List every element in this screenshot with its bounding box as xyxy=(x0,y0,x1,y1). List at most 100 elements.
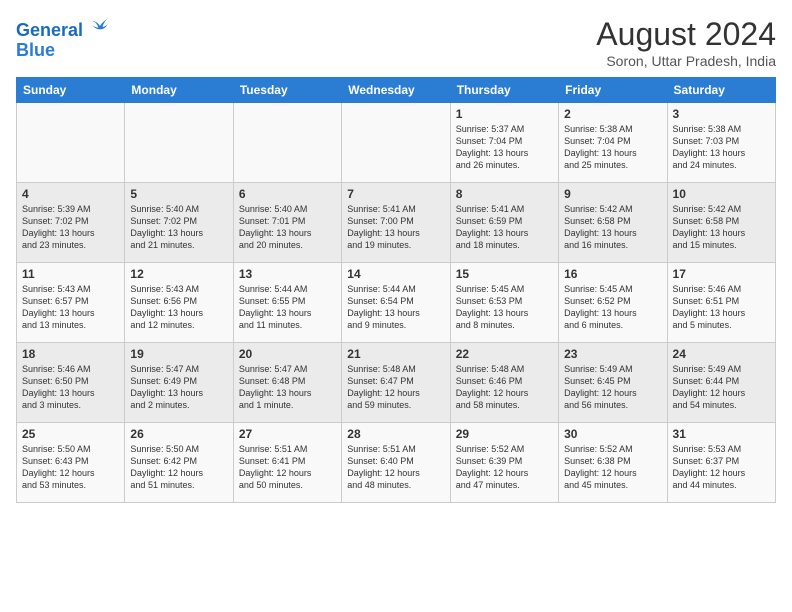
calendar-cell: 27Sunrise: 5:51 AM Sunset: 6:41 PM Dayli… xyxy=(233,423,341,503)
day-info: Sunrise: 5:43 AM Sunset: 6:57 PM Dayligh… xyxy=(22,283,119,332)
calendar-cell xyxy=(233,103,341,183)
day-info: Sunrise: 5:40 AM Sunset: 7:02 PM Dayligh… xyxy=(130,203,227,252)
calendar-cell: 18 Sunrise: 5:46 AM Sunset: 6:50 PM Dayli… xyxy=(17,343,125,423)
calendar-week-1: 1 Sunrise: 5:37 AM Sunset: 7:04 PM Daylig… xyxy=(17,103,776,183)
calendar-cell: 11 Sunrise: 5:43 AM Sunset: 6:57 PM Dayli… xyxy=(17,263,125,343)
day-number: 17 xyxy=(673,267,770,281)
day-info: Sunrise: 5:40 AM Sunset: 7:01 PM Dayligh… xyxy=(239,203,336,252)
day-number: 16 xyxy=(564,267,661,281)
calendar-cell: 29 Sunrise: 5:52 AM Sunset: 6:39 PM Dayli… xyxy=(450,423,558,503)
day-info: Sunrise: 5:39 AM Sunset: 7:02 PM Dayligh… xyxy=(22,203,119,252)
day-info: Sunrise: 5:44 AM Sunset: 6:54 PM Dayligh… xyxy=(347,283,444,332)
day-info: Sunrise: 5:49 AM Sunset: 6:44 PM Dayligh… xyxy=(673,363,770,412)
calendar-cell: 1 Sunrise: 5:37 AM Sunset: 7:04 PM Daylig… xyxy=(450,103,558,183)
day-info: Sunrise: 5:48 AM Sunset: 6:46 PM Dayligh… xyxy=(456,363,553,412)
calendar-cell: 16 Sunrise: 5:45 AM Sunset: 6:52 PM Dayli… xyxy=(559,263,667,343)
day-number: 1 xyxy=(456,107,553,121)
calendar-cell: 5 Sunrise: 5:40 AM Sunset: 7:02 PM Daylig… xyxy=(125,183,233,263)
calendar-cell: 17 Sunrise: 5:46 AM Sunset: 6:51 PM Dayli… xyxy=(667,263,775,343)
calendar-cell: 23 Sunrise: 5:49 AM Sunset: 6:45 PM Dayli… xyxy=(559,343,667,423)
day-number: 15 xyxy=(456,267,553,281)
day-info: Sunrise: 5:37 AM Sunset: 7:04 PM Dayligh… xyxy=(456,123,553,172)
calendar-cell: 24 Sunrise: 5:49 AM Sunset: 6:44 PM Dayli… xyxy=(667,343,775,423)
day-header-thursday: Thursday xyxy=(450,78,558,103)
calendar-cell: 9Sunrise: 5:42 AM Sunset: 6:58 PM Daylig… xyxy=(559,183,667,263)
calendar-cell: 7Sunrise: 5:41 AM Sunset: 7:00 PM Daylig… xyxy=(342,183,450,263)
calendar-cell: 15 Sunrise: 5:45 AM Sunset: 6:53 PM Dayli… xyxy=(450,263,558,343)
calendar-cell: 26Sunrise: 5:50 AM Sunset: 6:42 PM Dayli… xyxy=(125,423,233,503)
day-info: Sunrise: 5:41 AM Sunset: 6:59 PM Dayligh… xyxy=(456,203,553,252)
day-info: Sunrise: 5:38 AM Sunset: 7:03 PM Dayligh… xyxy=(673,123,770,172)
day-info: Sunrise: 5:49 AM Sunset: 6:45 PM Dayligh… xyxy=(564,363,661,412)
day-number: 20 xyxy=(239,347,336,361)
day-info: Sunrise: 5:48 AM Sunset: 6:47 PM Dayligh… xyxy=(347,363,444,412)
day-number: 13 xyxy=(239,267,336,281)
calendar-cell: 13Sunrise: 5:44 AM Sunset: 6:55 PM Dayli… xyxy=(233,263,341,343)
day-number: 12 xyxy=(130,267,227,281)
day-info: Sunrise: 5:47 AM Sunset: 6:48 PM Dayligh… xyxy=(239,363,336,412)
day-number: 4 xyxy=(22,187,119,201)
day-number: 27 xyxy=(239,427,336,441)
day-number: 18 xyxy=(22,347,119,361)
day-header-saturday: Saturday xyxy=(667,78,775,103)
calendar-cell: 10Sunrise: 5:42 AM Sunset: 6:58 PM Dayli… xyxy=(667,183,775,263)
day-info: Sunrise: 5:52 AM Sunset: 6:39 PM Dayligh… xyxy=(456,443,553,492)
location-subtitle: Soron, Uttar Pradesh, India xyxy=(596,53,776,69)
day-header-friday: Friday xyxy=(559,78,667,103)
day-number: 10 xyxy=(673,187,770,201)
day-number: 30 xyxy=(564,427,661,441)
calendar-week-5: 25 Sunrise: 5:50 AM Sunset: 6:43 PM Dayli… xyxy=(17,423,776,503)
day-number: 11 xyxy=(22,267,119,281)
day-info: Sunrise: 5:46 AM Sunset: 6:51 PM Dayligh… xyxy=(673,283,770,332)
logo-bird-icon xyxy=(90,16,110,36)
calendar-cell: 8Sunrise: 5:41 AM Sunset: 6:59 PM Daylig… xyxy=(450,183,558,263)
calendar-week-4: 18 Sunrise: 5:46 AM Sunset: 6:50 PM Dayli… xyxy=(17,343,776,423)
calendar-cell: 22 Sunrise: 5:48 AM Sunset: 6:46 PM Dayli… xyxy=(450,343,558,423)
calendar-cell: 20 Sunrise: 5:47 AM Sunset: 6:48 PM Dayli… xyxy=(233,343,341,423)
calendar-cell: 12 Sunrise: 5:43 AM Sunset: 6:56 PM Dayli… xyxy=(125,263,233,343)
calendar-cell xyxy=(342,103,450,183)
page-header: General Blue August 2024 Soron, Uttar Pr… xyxy=(16,16,776,69)
calendar-cell: 6 Sunrise: 5:40 AM Sunset: 7:01 PM Daylig… xyxy=(233,183,341,263)
logo-text-general: General xyxy=(16,20,83,40)
day-info: Sunrise: 5:45 AM Sunset: 6:52 PM Dayligh… xyxy=(564,283,661,332)
calendar-cell: 31Sunrise: 5:53 AM Sunset: 6:37 PM Dayli… xyxy=(667,423,775,503)
day-info: Sunrise: 5:51 AM Sunset: 6:40 PM Dayligh… xyxy=(347,443,444,492)
day-info: Sunrise: 5:52 AM Sunset: 6:38 PM Dayligh… xyxy=(564,443,661,492)
day-info: Sunrise: 5:41 AM Sunset: 7:00 PM Dayligh… xyxy=(347,203,444,252)
day-number: 19 xyxy=(130,347,227,361)
month-year-title: August 2024 xyxy=(596,16,776,53)
calendar-cell: 25 Sunrise: 5:50 AM Sunset: 6:43 PM Dayli… xyxy=(17,423,125,503)
day-number: 22 xyxy=(456,347,553,361)
day-number: 24 xyxy=(673,347,770,361)
calendar-cell: 3 Sunrise: 5:38 AM Sunset: 7:03 PM Daylig… xyxy=(667,103,775,183)
day-number: 3 xyxy=(673,107,770,121)
day-info: Sunrise: 5:47 AM Sunset: 6:49 PM Dayligh… xyxy=(130,363,227,412)
calendar-week-2: 4 Sunrise: 5:39 AM Sunset: 7:02 PM Daylig… xyxy=(17,183,776,263)
logo-text-blue: Blue xyxy=(16,40,55,60)
title-block: August 2024 Soron, Uttar Pradesh, India xyxy=(596,16,776,69)
calendar-cell: 2Sunrise: 5:38 AM Sunset: 7:04 PM Daylig… xyxy=(559,103,667,183)
calendar-cell: 21 Sunrise: 5:48 AM Sunset: 6:47 PM Dayli… xyxy=(342,343,450,423)
day-header-sunday: Sunday xyxy=(17,78,125,103)
calendar-cell xyxy=(125,103,233,183)
day-info: Sunrise: 5:53 AM Sunset: 6:37 PM Dayligh… xyxy=(673,443,770,492)
day-number: 29 xyxy=(456,427,553,441)
day-number: 6 xyxy=(239,187,336,201)
day-header-monday: Monday xyxy=(125,78,233,103)
day-number: 23 xyxy=(564,347,661,361)
day-info: Sunrise: 5:50 AM Sunset: 6:43 PM Dayligh… xyxy=(22,443,119,492)
day-info: Sunrise: 5:43 AM Sunset: 6:56 PM Dayligh… xyxy=(130,283,227,332)
calendar-table: SundayMondayTuesdayWednesdayThursdayFrid… xyxy=(16,77,776,503)
day-info: Sunrise: 5:46 AM Sunset: 6:50 PM Dayligh… xyxy=(22,363,119,412)
day-info: Sunrise: 5:38 AM Sunset: 7:04 PM Dayligh… xyxy=(564,123,661,172)
logo: General Blue xyxy=(16,16,110,61)
day-number: 25 xyxy=(22,427,119,441)
calendar-cell xyxy=(17,103,125,183)
day-number: 5 xyxy=(130,187,227,201)
day-number: 21 xyxy=(347,347,444,361)
calendar-cell: 30 Sunrise: 5:52 AM Sunset: 6:38 PM Dayli… xyxy=(559,423,667,503)
day-info: Sunrise: 5:45 AM Sunset: 6:53 PM Dayligh… xyxy=(456,283,553,332)
calendar-cell: 28Sunrise: 5:51 AM Sunset: 6:40 PM Dayli… xyxy=(342,423,450,503)
day-info: Sunrise: 5:42 AM Sunset: 6:58 PM Dayligh… xyxy=(564,203,661,252)
